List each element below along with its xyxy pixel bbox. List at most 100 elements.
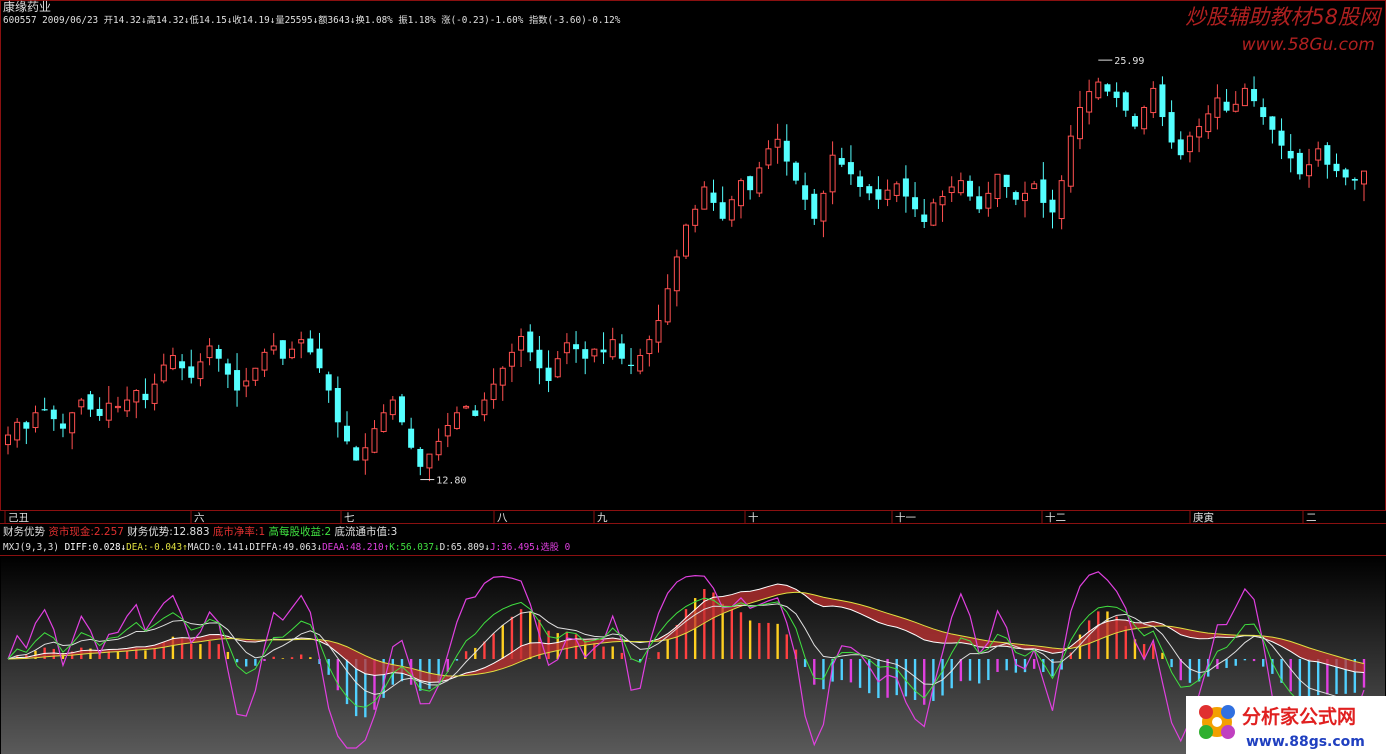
candle bbox=[811, 188, 818, 225]
indicator-field-6: K:56.037↓ bbox=[389, 542, 439, 553]
month-label: 七 bbox=[344, 512, 355, 524]
quote-field-10: 指数(-3.60)-0.12% bbox=[529, 14, 621, 26]
candle bbox=[389, 396, 396, 420]
candle bbox=[655, 304, 662, 353]
candle bbox=[325, 371, 332, 403]
quote-field-6: 额3643↓ bbox=[318, 14, 355, 26]
quote-field-2: 高14.32↓ bbox=[147, 14, 190, 26]
candle bbox=[261, 348, 268, 377]
candle bbox=[78, 397, 85, 415]
candle bbox=[1058, 175, 1065, 230]
candle bbox=[362, 433, 369, 475]
candle bbox=[380, 404, 387, 433]
quote-field-7: 换1.08% bbox=[356, 14, 399, 26]
candle bbox=[1296, 148, 1303, 180]
candle bbox=[847, 145, 854, 185]
candle bbox=[105, 386, 112, 428]
candle bbox=[527, 324, 534, 362]
candle bbox=[1315, 141, 1322, 167]
candle bbox=[820, 190, 827, 238]
month-label: 二 bbox=[1306, 512, 1317, 524]
candle bbox=[774, 123, 781, 164]
candle bbox=[1214, 84, 1221, 130]
candle bbox=[142, 378, 149, 409]
finance-field-2: 财务优势:12.883 bbox=[127, 525, 213, 538]
indicator-field-4: DIFFA:49.063↓ bbox=[249, 542, 322, 553]
candle bbox=[50, 405, 57, 431]
candle bbox=[1342, 167, 1349, 186]
candle bbox=[765, 140, 772, 169]
candle bbox=[344, 411, 350, 445]
candle bbox=[1141, 105, 1148, 135]
candle bbox=[408, 417, 415, 450]
candle bbox=[481, 392, 488, 422]
candle bbox=[417, 447, 424, 476]
candle bbox=[921, 198, 928, 229]
candle bbox=[124, 386, 131, 417]
candle bbox=[1205, 105, 1212, 139]
candle bbox=[426, 453, 433, 482]
candle bbox=[160, 353, 167, 384]
candle bbox=[1361, 170, 1367, 202]
candle bbox=[151, 373, 158, 411]
candle bbox=[215, 344, 222, 372]
candle bbox=[838, 147, 845, 168]
candle bbox=[1177, 131, 1184, 160]
logo-url: www.88gs.com bbox=[1246, 734, 1365, 750]
candle bbox=[59, 413, 66, 438]
candle bbox=[206, 338, 213, 366]
candle bbox=[289, 341, 296, 360]
candle bbox=[1351, 177, 1358, 190]
finance-field-5: 底流通市值:3 bbox=[335, 525, 398, 538]
candle bbox=[1168, 100, 1175, 149]
candle bbox=[591, 348, 598, 363]
candle bbox=[14, 418, 21, 448]
candle bbox=[664, 274, 671, 326]
candle bbox=[600, 332, 607, 364]
candle bbox=[371, 420, 378, 454]
indicator-field-0: MXJ(9,3,3) bbox=[3, 542, 65, 553]
candle bbox=[32, 405, 39, 433]
candle bbox=[1223, 89, 1230, 113]
candle bbox=[5, 426, 11, 455]
candle bbox=[673, 249, 680, 307]
month-label: 己丑 bbox=[8, 512, 29, 524]
candle bbox=[243, 367, 250, 398]
candle bbox=[87, 390, 94, 417]
candle bbox=[316, 332, 323, 373]
month-label: 十一 bbox=[895, 511, 916, 524]
candle bbox=[508, 343, 515, 383]
candle bbox=[802, 172, 809, 211]
candle bbox=[1031, 180, 1038, 190]
candle bbox=[1269, 116, 1276, 144]
candle bbox=[334, 376, 341, 438]
indicator-field-1: DIFF:0.028↓ bbox=[65, 542, 127, 553]
candle bbox=[710, 179, 717, 211]
candle bbox=[719, 186, 726, 221]
indicator-field-3: MACD:0.141↓ bbox=[188, 542, 250, 553]
candle bbox=[1003, 174, 1010, 198]
candlestick-layer bbox=[5, 76, 1367, 482]
indicator-field-5: DEAA:48.210↑ bbox=[322, 542, 389, 553]
candle bbox=[1104, 83, 1111, 97]
candle bbox=[976, 186, 983, 214]
candle bbox=[307, 330, 314, 355]
candle bbox=[829, 141, 836, 205]
candle bbox=[1306, 148, 1313, 188]
candle bbox=[875, 176, 882, 209]
month-label: 十 bbox=[748, 511, 759, 524]
candle bbox=[628, 348, 635, 375]
month-label: 六 bbox=[194, 512, 205, 524]
stock-name: 康缘药业 bbox=[3, 0, 51, 14]
candle bbox=[1232, 91, 1239, 113]
candle bbox=[490, 368, 497, 409]
quote-line: 600557 2009/06/23 开14.32↓高14.32↓低14.15↓收… bbox=[3, 14, 621, 26]
stock-chart: 康缘药业 600557 2009/06/23 开14.32↓高14.32↓低14… bbox=[0, 0, 1386, 754]
candle bbox=[857, 170, 864, 197]
candle bbox=[518, 328, 525, 368]
candle bbox=[563, 333, 570, 365]
price-panel bbox=[0, 0, 1386, 511]
candle bbox=[114, 396, 121, 413]
quote-field-1: 开14.32↓ bbox=[104, 15, 147, 26]
candle bbox=[1324, 142, 1331, 179]
